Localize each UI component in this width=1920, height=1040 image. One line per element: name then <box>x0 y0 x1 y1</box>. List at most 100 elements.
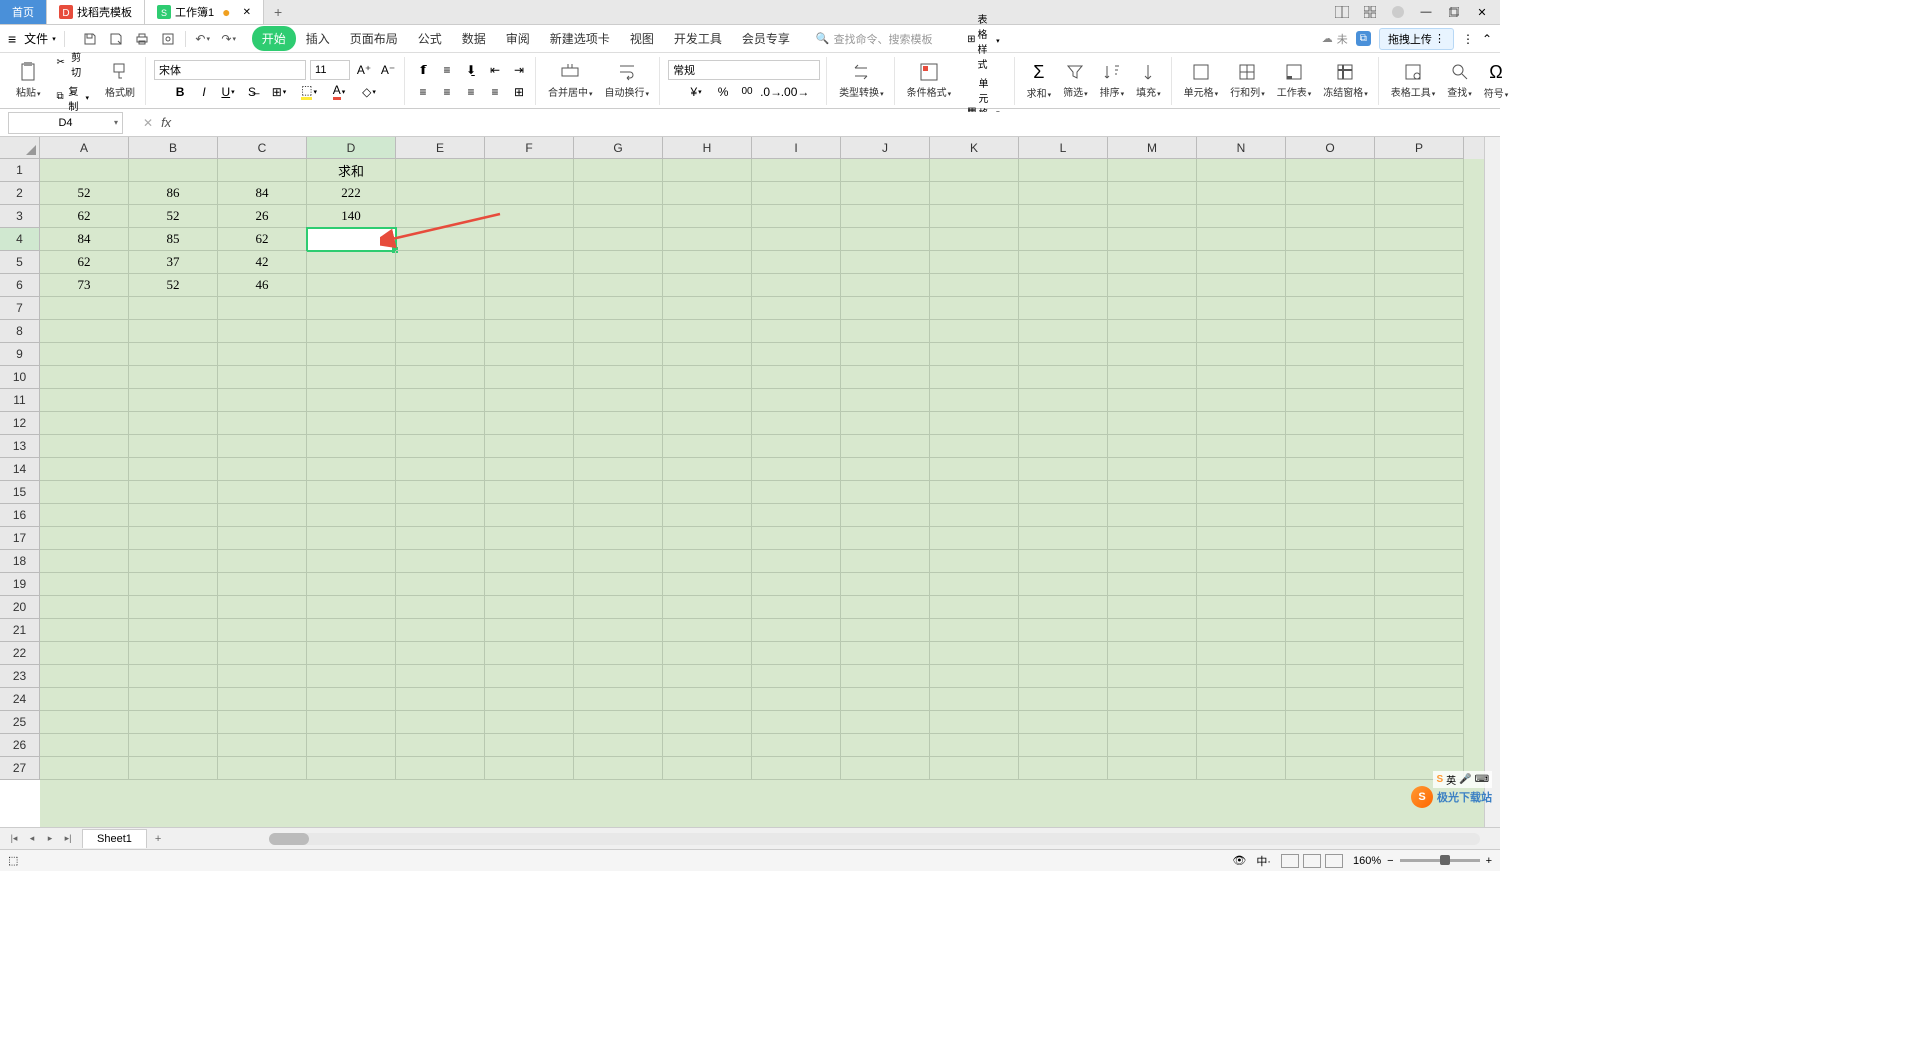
view-normal-icon[interactable] <box>1281 854 1299 868</box>
cell-A2[interactable]: 52 <box>40 182 129 205</box>
col-header-D[interactable]: D <box>307 137 396 159</box>
cell-K4[interactable] <box>930 228 1019 251</box>
cell-M20[interactable] <box>1108 596 1197 619</box>
cell-B26[interactable] <box>129 734 218 757</box>
cell-N11[interactable] <box>1197 389 1286 412</box>
cell-F21[interactable] <box>485 619 574 642</box>
cell-M7[interactable] <box>1108 297 1197 320</box>
cell-C26[interactable] <box>218 734 307 757</box>
cell-E17[interactable] <box>396 527 485 550</box>
grid-icon[interactable] <box>1360 2 1380 22</box>
user-icon[interactable] <box>1388 2 1408 22</box>
cell-J1[interactable] <box>841 159 930 182</box>
cell-F15[interactable] <box>485 481 574 504</box>
cell-E27[interactable] <box>396 757 485 780</box>
cell-G5[interactable] <box>574 251 663 274</box>
cell-H8[interactable] <box>663 320 752 343</box>
cell-N22[interactable] <box>1197 642 1286 665</box>
cell-F22[interactable] <box>485 642 574 665</box>
type-convert-button[interactable]: 类型转换▾ <box>835 60 888 101</box>
cell-E4[interactable] <box>396 228 485 251</box>
col-header-F[interactable]: F <box>485 137 574 159</box>
cell-N8[interactable] <box>1197 320 1286 343</box>
cell-N23[interactable] <box>1197 665 1286 688</box>
cell-D10[interactable] <box>307 366 396 389</box>
cell-M22[interactable] <box>1108 642 1197 665</box>
cell-I17[interactable] <box>752 527 841 550</box>
col-header-M[interactable]: M <box>1108 137 1197 159</box>
cell-I26[interactable] <box>752 734 841 757</box>
more-icon[interactable]: ⋮ <box>1462 32 1474 46</box>
align-top-icon[interactable]: ⬆̄ <box>413 60 433 80</box>
cell-I10[interactable] <box>752 366 841 389</box>
cell-J15[interactable] <box>841 481 930 504</box>
cell-A21[interactable] <box>40 619 129 642</box>
cell-L24[interactable] <box>1019 688 1108 711</box>
cell-N7[interactable] <box>1197 297 1286 320</box>
cell-L13[interactable] <box>1019 435 1108 458</box>
row-header-10[interactable]: 10 <box>0 366 40 389</box>
cell-L12[interactable] <box>1019 412 1108 435</box>
cell-M11[interactable] <box>1108 389 1197 412</box>
cell-O9[interactable] <box>1286 343 1375 366</box>
cell-N5[interactable] <box>1197 251 1286 274</box>
cell-H26[interactable] <box>663 734 752 757</box>
cell-D6[interactable] <box>307 274 396 297</box>
cell-K7[interactable] <box>930 297 1019 320</box>
cell-D18[interactable] <box>307 550 396 573</box>
row-header-7[interactable]: 7 <box>0 297 40 320</box>
row-header-15[interactable]: 15 <box>0 481 40 504</box>
cell-M6[interactable] <box>1108 274 1197 297</box>
cell-O26[interactable] <box>1286 734 1375 757</box>
table-style-button[interactable]: ⊞表格样式▾ <box>965 10 1002 72</box>
cell-F17[interactable] <box>485 527 574 550</box>
col-header-G[interactable]: G <box>574 137 663 159</box>
cell-E5[interactable] <box>396 251 485 274</box>
cell-H5[interactable] <box>663 251 752 274</box>
cond-format-button[interactable]: 条件格式▾ <box>903 60 956 101</box>
increase-decimal-icon[interactable]: .0→ <box>761 82 781 102</box>
col-header-K[interactable]: K <box>930 137 1019 159</box>
print-preview-icon[interactable] <box>159 30 177 48</box>
print-icon[interactable] <box>133 30 151 48</box>
cell-A12[interactable] <box>40 412 129 435</box>
justify-icon[interactable]: ≡ <box>485 82 505 102</box>
cell-P6[interactable] <box>1375 274 1464 297</box>
cell-P9[interactable] <box>1375 343 1464 366</box>
cell-J14[interactable] <box>841 458 930 481</box>
vertical-scrollbar[interactable] <box>1484 137 1500 827</box>
cell-A16[interactable] <box>40 504 129 527</box>
cell-A13[interactable] <box>40 435 129 458</box>
border-button[interactable]: ⊞▾ <box>266 82 292 102</box>
cell-M24[interactable] <box>1108 688 1197 711</box>
cell-F3[interactable] <box>485 205 574 228</box>
cell-O17[interactable] <box>1286 527 1375 550</box>
cell-C15[interactable] <box>218 481 307 504</box>
col-header-N[interactable]: N <box>1197 137 1286 159</box>
cell-F9[interactable] <box>485 343 574 366</box>
row-header-11[interactable]: 11 <box>0 389 40 412</box>
cell-D12[interactable] <box>307 412 396 435</box>
cell-N27[interactable] <box>1197 757 1286 780</box>
row-header-4[interactable]: 4 <box>0 228 40 251</box>
cell-C23[interactable] <box>218 665 307 688</box>
decrease-indent-icon[interactable]: ⇤ <box>485 60 505 80</box>
sort-button[interactable]: 排序▾ <box>1096 60 1129 101</box>
paste-button[interactable]: 粘贴▾ <box>12 60 45 101</box>
row-header-17[interactable]: 17 <box>0 527 40 550</box>
col-header-I[interactable]: I <box>752 137 841 159</box>
cell-H11[interactable] <box>663 389 752 412</box>
cell-A23[interactable] <box>40 665 129 688</box>
font-name-select[interactable] <box>154 60 306 80</box>
hamburger-icon[interactable]: ≡ <box>8 31 16 47</box>
cell-E24[interactable] <box>396 688 485 711</box>
cell-C11[interactable] <box>218 389 307 412</box>
tab-close-icon[interactable]: ✕ <box>243 7 251 18</box>
cell-L6[interactable] <box>1019 274 1108 297</box>
cell-J21[interactable] <box>841 619 930 642</box>
name-box[interactable]: D4▾ <box>8 112 123 134</box>
row-header-8[interactable]: 8 <box>0 320 40 343</box>
row-header-6[interactable]: 6 <box>0 274 40 297</box>
cell-D11[interactable] <box>307 389 396 412</box>
cell-M16[interactable] <box>1108 504 1197 527</box>
